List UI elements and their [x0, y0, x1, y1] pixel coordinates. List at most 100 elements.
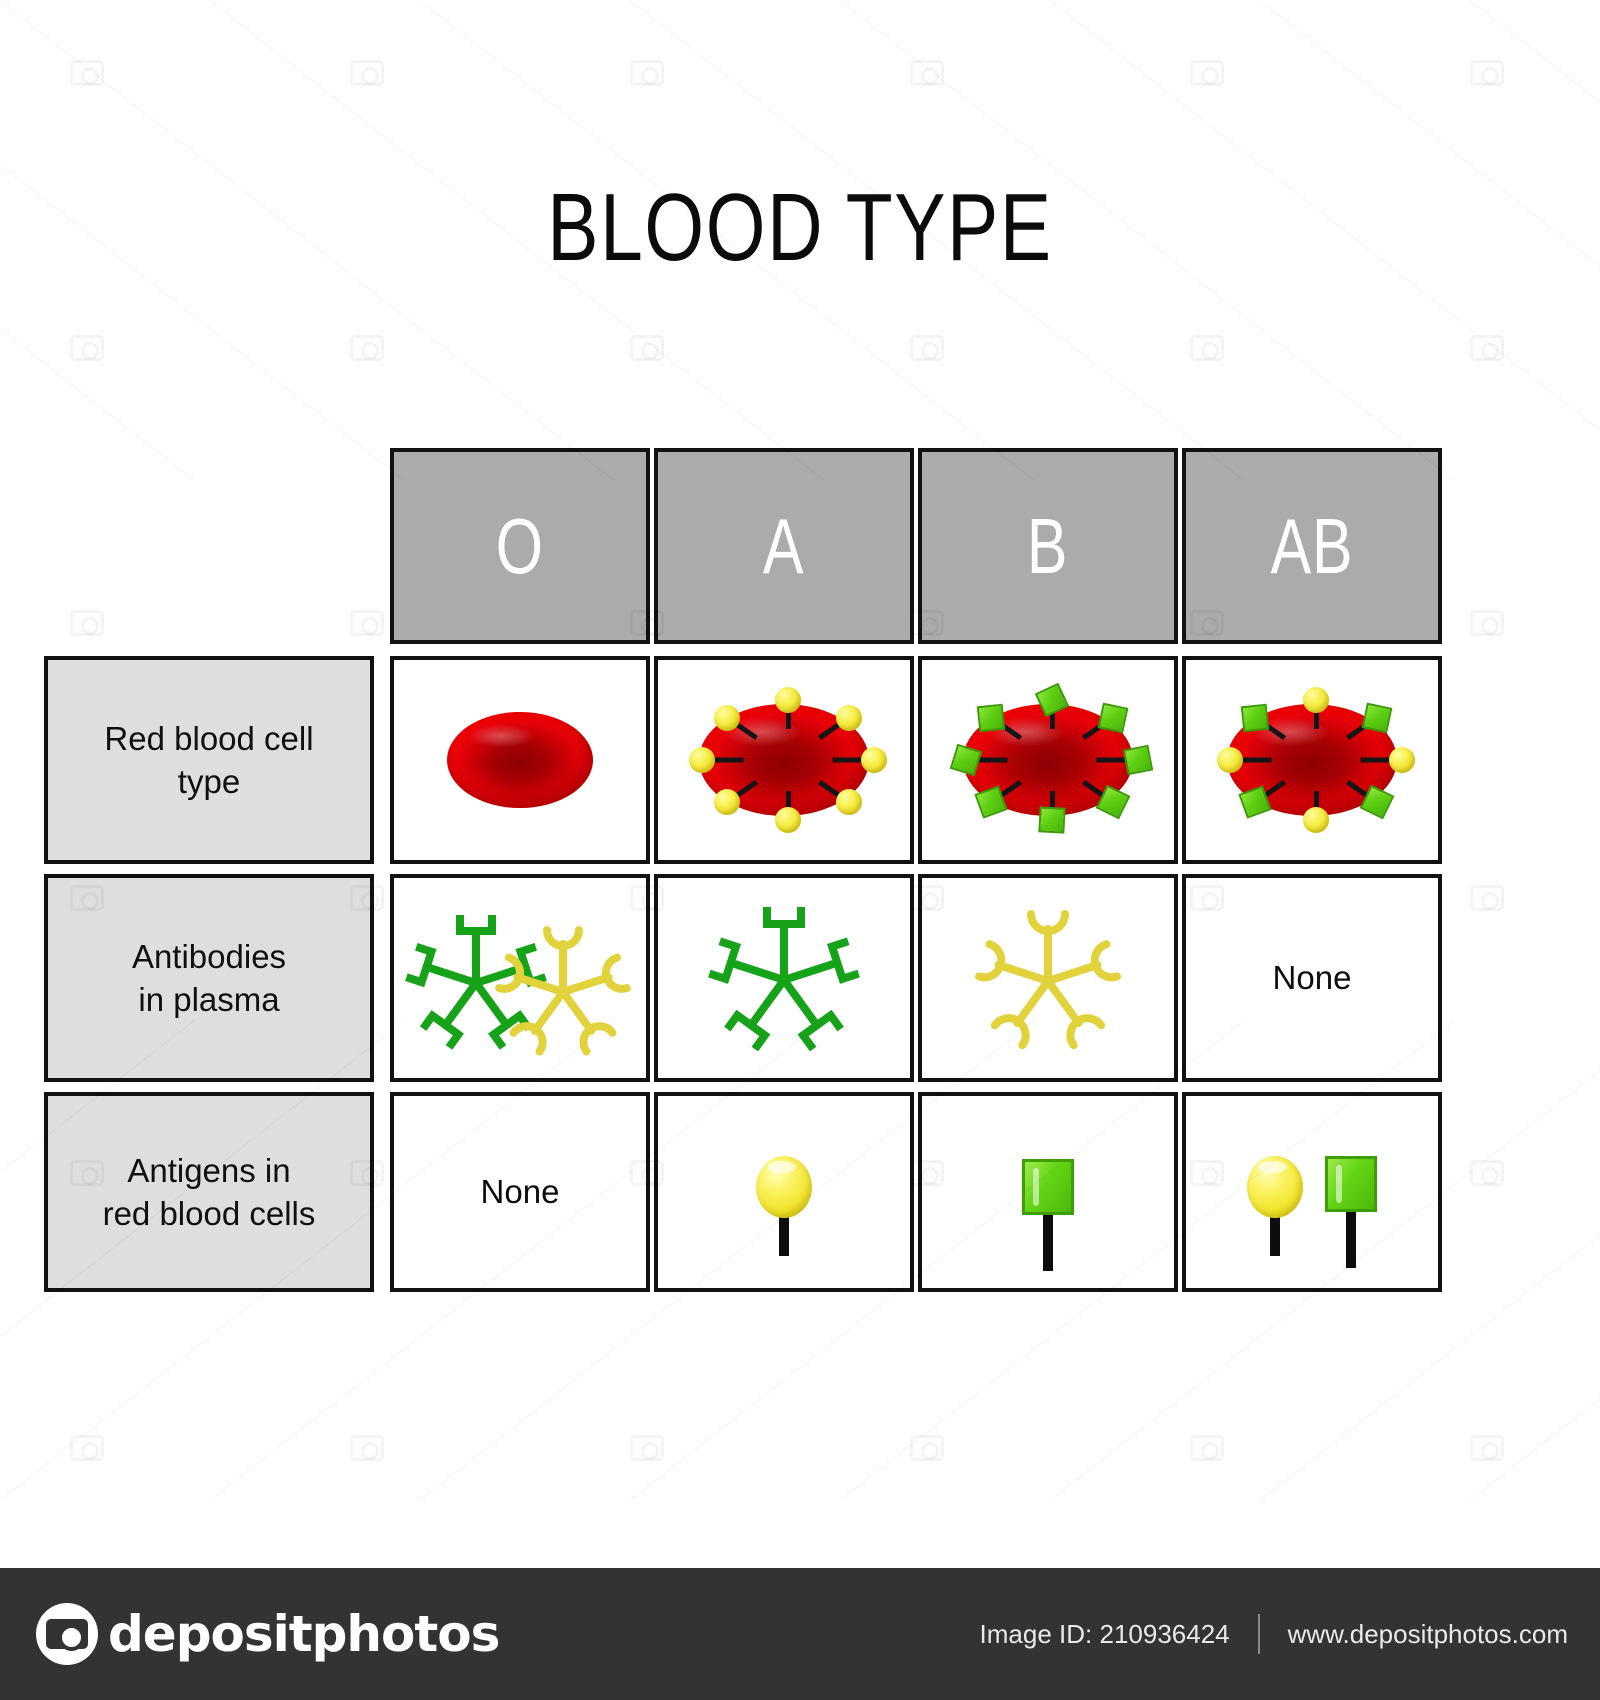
antigen-b-green-icon [976, 703, 1006, 732]
camera-icon [36, 1603, 98, 1665]
image-id-label: Image ID: 210936424 [979, 1618, 1230, 1649]
antigen-a-yellow-icon [775, 687, 801, 713]
row-label-text: Red blood cell type [90, 717, 327, 803]
watermark-camera-icon [1190, 60, 1224, 86]
watermark-line [1469, 1019, 1600, 1501]
rbc-illustration-b [922, 675, 1174, 845]
antigen-a-yellow-icon [775, 807, 801, 833]
brand-name: depositphotos [108, 1605, 500, 1663]
row-label-line1: Antibodies [131, 938, 287, 975]
cell-antibodies-ab: None [1182, 874, 1442, 1082]
column-header-label: O [495, 502, 545, 590]
antigen-b-green-icon [1038, 806, 1066, 834]
row-label-antigens-in-red-blood-cells: Antigens in red blood cells [44, 1092, 374, 1292]
rbc-illustration-o [394, 675, 646, 845]
antigen-b-green-pin-icon [1325, 1156, 1377, 1268]
website-label: www.depositphotos.com [1287, 1618, 1568, 1649]
antigen-a-yellow-icon [1303, 687, 1329, 713]
antibodies-none-text: None [1272, 959, 1352, 996]
watermark-camera-icon [630, 60, 664, 86]
pin-square-green [1022, 1159, 1074, 1215]
depositphotos-logo: depositphotos [36, 1603, 500, 1665]
rbc-illustration-ab [1186, 675, 1438, 845]
row-label-line2: in plasma [138, 981, 280, 1018]
blood-type-infographic: BLOOD TYPE O A B AB Red blood cell type [0, 0, 1600, 1700]
watermark-camera-icon [910, 335, 944, 361]
column-header-label: A [763, 502, 805, 590]
watermark-line [1469, 0, 1600, 482]
watermark-camera-icon [350, 60, 384, 86]
cell-antigens-ab [1182, 1092, 1442, 1292]
antigen-a-yellow-icon [835, 704, 862, 731]
cell-antigens-a [654, 1092, 914, 1292]
cell-antibodies-a [654, 874, 914, 1082]
antigen-pin-group-ab [1247, 1156, 1377, 1268]
pin-square-green [1325, 1156, 1377, 1212]
footer-divider [1257, 1614, 1260, 1654]
watermark-camera-icon [1470, 885, 1504, 911]
row-label-line2: type [177, 763, 241, 800]
depositphotos-watermark-bar: depositphotos Image ID: 210936424 www.de… [0, 1568, 1600, 1700]
antigen-b-green-icon [1240, 703, 1270, 732]
antigen-a-yellow-icon [714, 704, 741, 731]
antigen-a-yellow-icon [835, 789, 862, 816]
antigen-a-yellow-pin-icon [756, 1156, 812, 1256]
antigen-b-green-icon [1097, 702, 1129, 733]
antigen-pin-group-a [756, 1156, 812, 1256]
column-header-label: AB [1270, 502, 1354, 590]
antibody-pair-o [395, 878, 645, 1078]
cell-rbc-a [654, 656, 914, 864]
cell-rbc-b [918, 656, 1178, 864]
antigen-a-yellow-icon [1217, 747, 1243, 773]
pin-stem [1346, 1206, 1356, 1268]
rbc-illustration-a [658, 675, 910, 845]
antigen-a-yellow-icon [1389, 747, 1415, 773]
cell-rbc-ab [1182, 656, 1442, 864]
watermark-camera-icon [70, 60, 104, 86]
antigen-pin-group-b [1022, 1159, 1074, 1271]
antibody-yellow-icon [961, 891, 1135, 1065]
pin-stem [1043, 1209, 1053, 1271]
antigen-a-yellow-icon [861, 747, 887, 773]
watermark-camera-icon [910, 60, 944, 86]
watermark-camera-icon [1190, 335, 1224, 361]
pin-ball-yellow [1247, 1156, 1303, 1218]
row-label-red-blood-cell-type: Red blood cell type [44, 656, 374, 864]
cell-antibodies-b [918, 874, 1178, 1082]
column-header-ab: AB [1182, 448, 1442, 644]
column-header-o: O [390, 448, 650, 644]
page-title: BLOOD TYPE [547, 174, 1053, 281]
watermark-camera-icon [630, 335, 664, 361]
blood-type-table: O A B AB Red blood cell type Antibodies … [44, 448, 1442, 1292]
cell-rbc-o [390, 656, 650, 864]
watermark-camera-icon [1470, 60, 1504, 86]
watermark-camera-icon [1470, 1435, 1504, 1461]
watermark-camera-icon [70, 335, 104, 361]
watermark-camera-icon [350, 1435, 384, 1461]
footer-meta: Image ID: 210936424 www.depositphotos.co… [980, 1614, 1568, 1654]
antigens-none-text: None [480, 1173, 560, 1210]
cell-antibodies-o [390, 874, 650, 1082]
watermark-camera-icon [910, 1435, 944, 1461]
antigen-b-green-pin-icon [1022, 1159, 1074, 1271]
row-label-antibodies-in-plasma: Antibodies in plasma [44, 874, 374, 1082]
watermark-camera-icon [630, 1435, 664, 1461]
antigen-b-green-icon [1122, 744, 1154, 776]
antigen-b-green-icon [1361, 702, 1393, 733]
cell-antigens-o: None [390, 1092, 650, 1292]
pin-ball-yellow [756, 1156, 812, 1218]
column-header-a: A [654, 448, 914, 644]
row-label-line1: Antigens in [127, 1152, 291, 1189]
row-label-text: Antibodies in plasma [118, 935, 300, 1021]
column-header-b: B [918, 448, 1178, 644]
antibody-yellow-icon [483, 912, 643, 1072]
row-label-text: Antigens in red blood cells [89, 1149, 330, 1235]
antigen-a-yellow-icon [1303, 807, 1329, 833]
antigen-a-yellow-pin-icon [1247, 1156, 1303, 1256]
watermark-camera-icon [1470, 1160, 1504, 1186]
watermark-camera-icon [350, 335, 384, 361]
watermark-camera-icon [1470, 610, 1504, 636]
cell-antigens-b [918, 1092, 1178, 1292]
watermark-camera-icon [1470, 335, 1504, 361]
antibody-green-icon [694, 888, 874, 1068]
